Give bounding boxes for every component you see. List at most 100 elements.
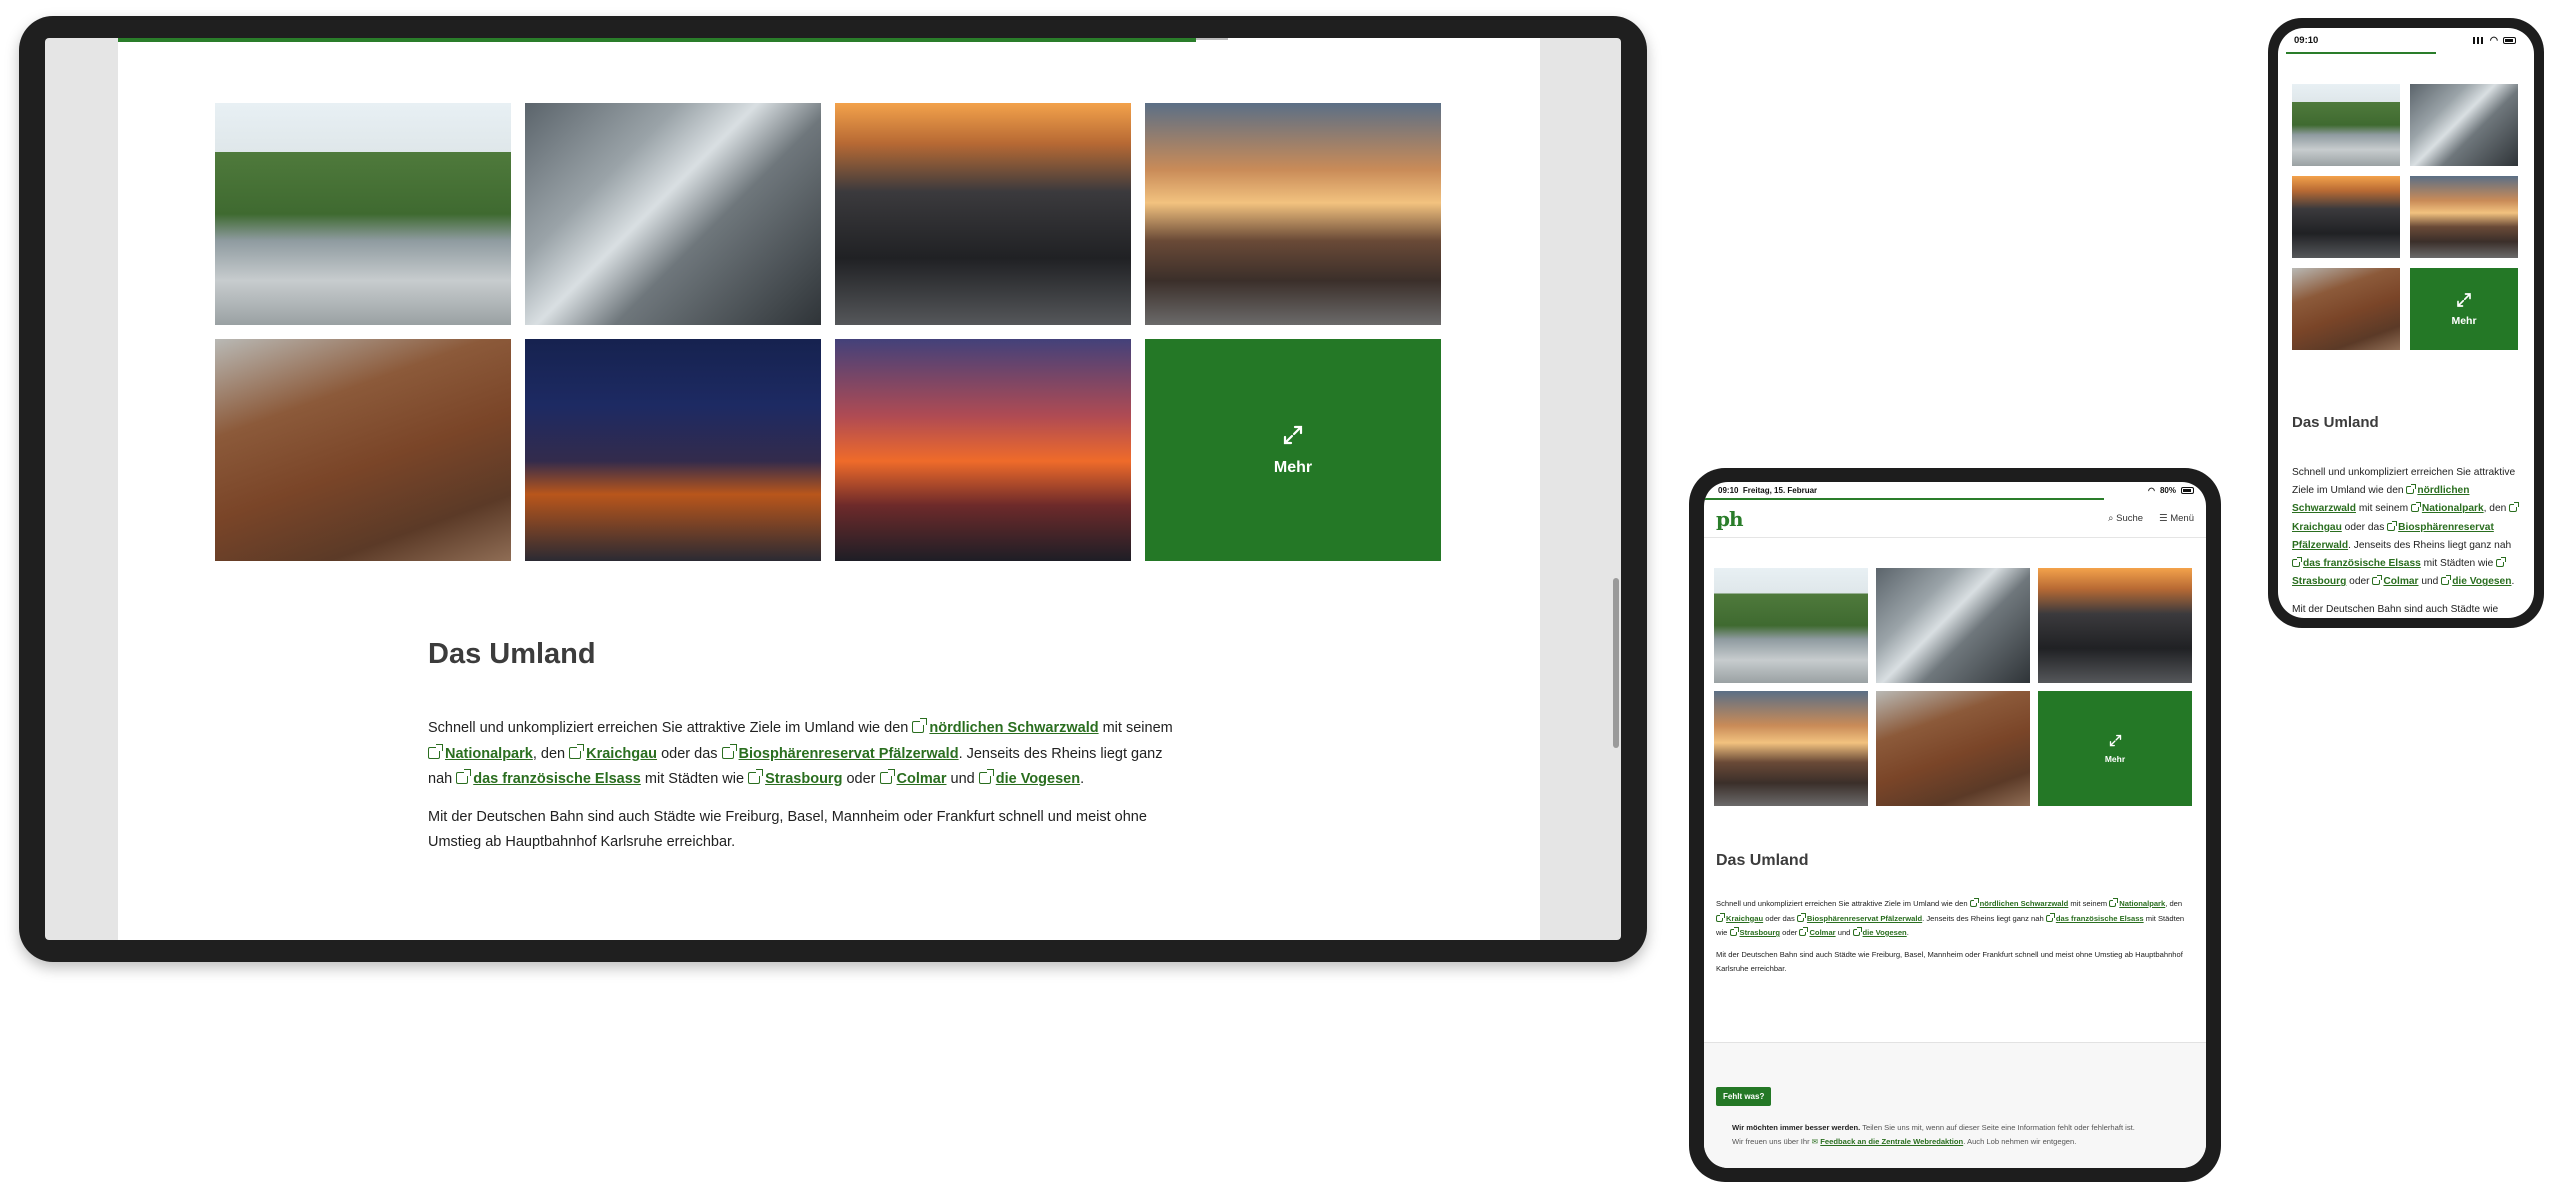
image-gallery: Mehr (1714, 568, 2192, 806)
wifi-icon: ◠ (2148, 485, 2155, 495)
paragraph-2: Mit der Deutschen Bahn sind auch Städte … (428, 808, 1147, 851)
gallery-image[interactable] (835, 339, 1131, 561)
external-link-icon (2372, 575, 2383, 586)
gallery-more-button[interactable]: Mehr (2410, 268, 2518, 350)
gallery-image[interactable] (1876, 568, 2030, 683)
expand-icon (2457, 293, 2471, 307)
external-link-icon (2109, 898, 2119, 907)
expand-icon (2109, 734, 2121, 747)
external-link-icon (2045, 912, 2055, 922)
link-elsass[interactable]: das französische Elsass (2056, 914, 2144, 923)
external-link-icon (1799, 927, 1809, 936)
link-pfaelzerwald[interactable]: Biosphärenreservat Pfälzerwald (1807, 914, 1922, 923)
section-title: Das Umland (2292, 414, 2379, 431)
gallery-image[interactable] (215, 103, 511, 325)
page-content: Mehr Das Umland Schnell und unkomplizier… (118, 38, 1540, 940)
gallery-image[interactable] (2038, 568, 2192, 683)
section-text: Schnell und unkompliziert erreichen Sie … (428, 716, 1188, 868)
link-schwarzwald[interactable]: nördlichen Schwarzwald (1980, 899, 2069, 908)
link-colmar[interactable]: Colmar (2383, 576, 2418, 587)
external-link-icon (1729, 927, 1739, 936)
link-strasbourg[interactable]: Strasbourg (2292, 576, 2346, 587)
paragraph-2: Mit der Deutschen Bahn sind auch Städte … (2292, 604, 2499, 616)
external-link-icon (456, 769, 472, 784)
image-gallery: Mehr (215, 103, 1441, 561)
external-link-icon (569, 743, 585, 759)
ipad-screen: 09:10 Freitag, 15. Februar ◠ 80% ph ⌕ Suc… (1704, 482, 2206, 1168)
section-title: Das Umland (1716, 852, 1809, 869)
link-strasbourg[interactable]: Strasbourg (765, 771, 842, 787)
link-elsass[interactable]: das französische Elsass (473, 771, 641, 787)
gallery-image[interactable] (2292, 176, 2400, 258)
gallery-image[interactable] (2410, 176, 2518, 258)
link-vogesen[interactable]: die Vogesen (2452, 576, 2511, 587)
gallery-image[interactable] (2292, 84, 2400, 166)
wifi-icon: ◠ (2489, 34, 2498, 46)
link-colmar[interactable]: Colmar (897, 771, 947, 787)
signal-icon (2472, 36, 2485, 44)
external-link-icon (2387, 520, 2398, 531)
site-logo[interactable]: ph (1716, 507, 1744, 531)
gallery-image[interactable] (1876, 691, 2030, 806)
gallery-image[interactable] (215, 339, 511, 561)
expand-icon (1283, 425, 1303, 445)
gallery-more-button[interactable]: Mehr (1145, 339, 1441, 561)
external-link-icon (2292, 557, 2302, 568)
reading-progress-bar (2286, 52, 2436, 54)
external-link-icon (2496, 557, 2507, 568)
link-kraichgau[interactable]: Kraichgau (2292, 522, 2342, 533)
gallery-image[interactable] (835, 103, 1131, 325)
reading-progress-track (1196, 38, 1228, 40)
gallery-more-button[interactable]: Mehr (2038, 691, 2192, 806)
battery-icon (2503, 36, 2516, 44)
paragraph-1: Schnell und unkompliziert erreichen Sie … (428, 718, 1173, 787)
mail-icon: ✉ (1811, 1137, 1819, 1146)
feedback-footer: Fehlt was? Wir möchten immer besser werd… (1704, 1042, 2206, 1168)
phone-frame: 09:10 ◠ Mehr Das Umland Schnell und unko… (2268, 18, 2544, 628)
link-strasbourg[interactable]: Strasbourg (1740, 928, 1781, 937)
link-colmar[interactable]: Colmar (1809, 928, 1835, 937)
more-label: Mehr (1273, 459, 1313, 476)
link-schwarzwald[interactable]: nördlichen Schwarzwald (929, 720, 1098, 736)
gallery-image[interactable] (1714, 568, 1868, 683)
external-link-icon (2406, 484, 2417, 495)
status-bar: 09:10 ◠ (2278, 28, 2534, 52)
status-time: 09:10 (2294, 34, 2319, 46)
link-elsass[interactable]: das französische Elsass (2303, 558, 2421, 569)
search-icon: ⌕ (2108, 513, 2114, 524)
gallery-image[interactable] (525, 339, 821, 561)
link-nationalpark[interactable]: Nationalpark (2422, 503, 2484, 514)
phone-screen: 09:10 ◠ Mehr Das Umland Schnell und unko… (2278, 28, 2534, 618)
scrollbar-thumb[interactable] (1613, 578, 1619, 748)
link-vogesen[interactable]: die Vogesen (1863, 928, 1907, 937)
feedback-button[interactable]: Fehlt was? (1716, 1087, 1772, 1106)
link-vogesen[interactable]: die Vogesen (996, 771, 1080, 787)
section-title: Das Umland (428, 638, 596, 670)
link-kraichgau[interactable]: Kraichgau (1726, 914, 1763, 923)
status-date: Freitag, 15. Februar (1742, 485, 1818, 495)
image-gallery: Mehr (2292, 84, 2518, 350)
external-link-icon (2441, 575, 2452, 586)
gallery-image[interactable] (2410, 84, 2518, 166)
gallery-image[interactable] (1714, 691, 1868, 806)
feedback-link[interactable]: Feedback an die Zentrale Webredaktion (1820, 1137, 1963, 1146)
link-nationalpark[interactable]: Nationalpark (445, 746, 533, 762)
gallery-image[interactable] (1145, 103, 1441, 325)
external-link-icon (1716, 912, 1725, 922)
link-kraichgau[interactable]: Kraichgau (586, 746, 657, 762)
battery-icon (2181, 486, 2194, 494)
section-text: Schnell und unkompliziert erreichen Sie … (1716, 897, 2186, 984)
search-button[interactable]: ⌕ Suche (2108, 513, 2143, 524)
menu-button[interactable]: ☰ Menü (2159, 513, 2194, 524)
link-nationalpark[interactable]: Nationalpark (2119, 899, 2165, 908)
section-text: Schnell und unkompliziert erreichen Sie … (2292, 464, 2524, 618)
gallery-image[interactable] (2292, 268, 2400, 350)
external-link-icon (912, 718, 928, 733)
gallery-image[interactable] (525, 103, 821, 325)
external-link-icon (1852, 927, 1862, 936)
link-pfaelzerwald[interactable]: Biosphärenreservat Pfälzerwald (739, 746, 959, 762)
battery-percent: 80% (2159, 485, 2176, 495)
external-link-icon (1796, 912, 1806, 922)
external-link-icon (879, 769, 895, 784)
tablet-portrait-frame: 09:10 Freitag, 15. Februar ◠ 80% ph ⌕ Suc… (1689, 468, 2221, 1182)
